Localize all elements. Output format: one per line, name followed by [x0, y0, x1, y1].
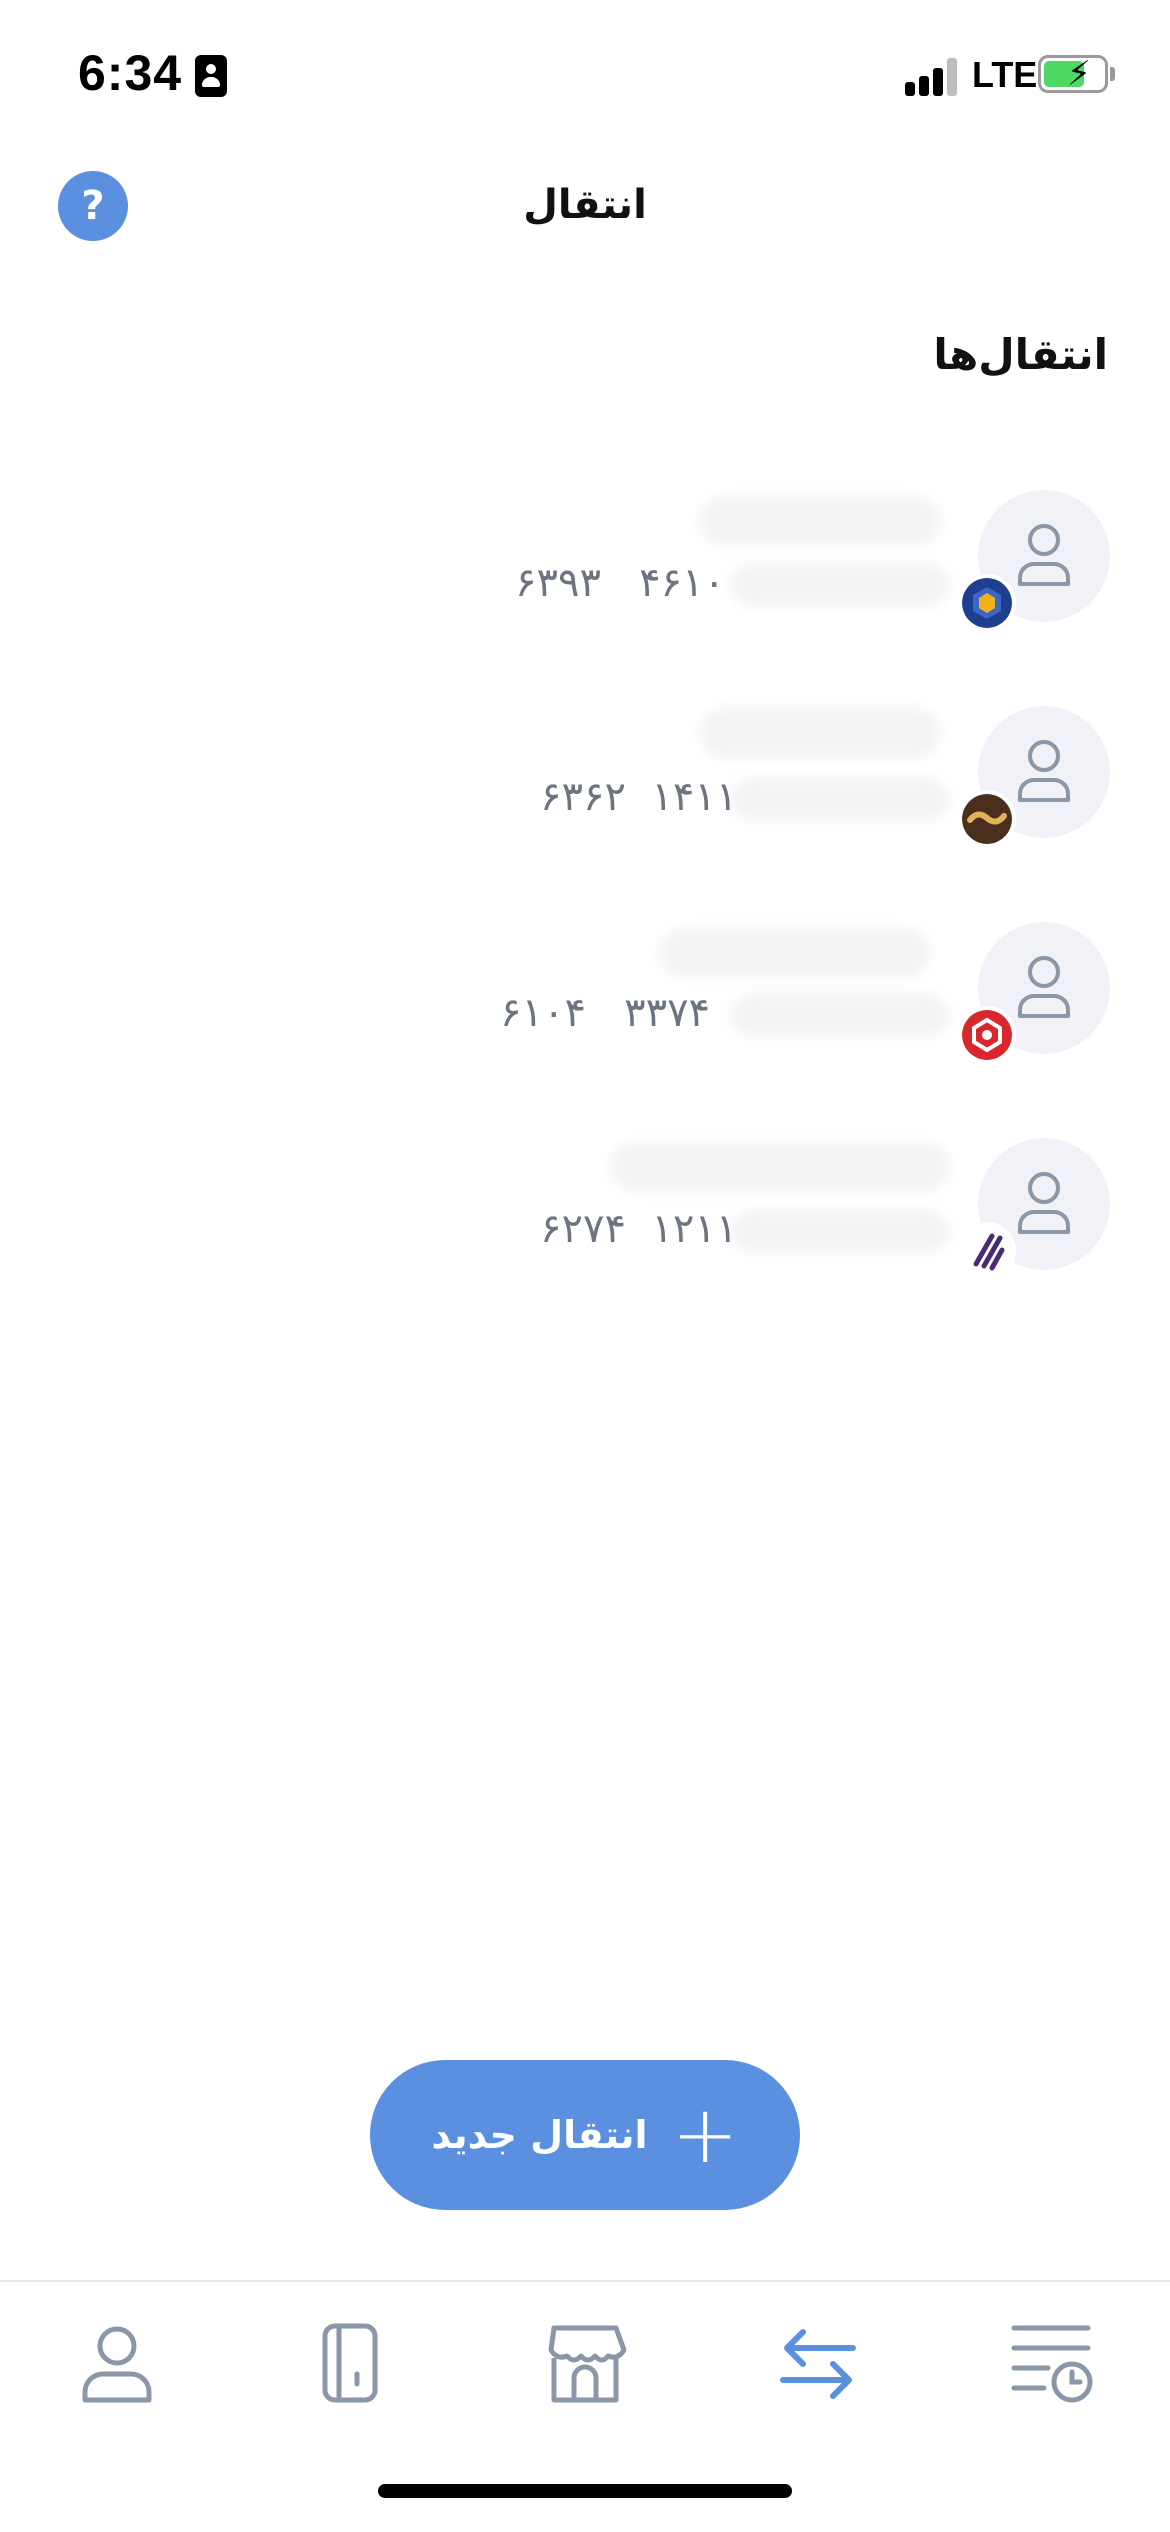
profile-icon	[82, 2326, 152, 2403]
transfer-item[interactable]: ۶۱۰۴ ۳۳۷۴	[0, 922, 1170, 1072]
card-number: ۶۳۹۳ ۴۶۱۰	[515, 560, 726, 606]
section-title: انتقال‌ها	[933, 330, 1108, 379]
nav-store[interactable]	[540, 2318, 630, 2408]
store-icon	[548, 2325, 627, 2403]
card-number-redacted	[730, 564, 950, 606]
nav-profile[interactable]	[72, 2318, 162, 2408]
transfer-item[interactable]: ۶۳۹۳ ۴۶۱۰	[0, 490, 1170, 640]
contact-name-redacted	[700, 496, 940, 546]
bank-logo-icon	[958, 790, 1016, 848]
card-number-redacted	[730, 994, 950, 1036]
card-number-redacted	[730, 1210, 950, 1252]
user-icon	[1018, 524, 1070, 586]
contact-name-redacted	[700, 708, 940, 758]
page-title: انتقال	[523, 182, 647, 228]
plus-icon: +	[671, 2088, 739, 2181]
card-number-redacted	[730, 778, 950, 820]
history-icon	[1011, 2325, 1093, 2403]
status-bar: 6:34 LTE ⚡	[0, 0, 1170, 150]
contact-name-redacted	[610, 1142, 950, 1192]
contact-name-redacted	[660, 928, 930, 978]
card-number: ۶۲۷۴ ۱۲۱۱	[540, 1206, 738, 1252]
nav-transfer[interactable]	[773, 2318, 863, 2408]
new-transfer-button[interactable]: + انتقال جدید	[370, 2060, 800, 2210]
user-icon	[1018, 1172, 1070, 1234]
home-indicator	[378, 2484, 792, 2498]
status-time: 6:34	[78, 45, 183, 101]
nav-history[interactable]	[1008, 2318, 1098, 2408]
transfer-item[interactable]: ۶۳۶۲ ۱۴۱۱	[0, 706, 1170, 856]
user-icon	[1018, 956, 1070, 1018]
nav-cards[interactable]	[305, 2318, 395, 2408]
bank-logo-icon	[958, 1006, 1016, 1064]
user-icon	[1018, 740, 1070, 802]
transfer-icon	[780, 2329, 856, 2399]
bank-logo-icon	[958, 574, 1016, 632]
network-type: LTE	[972, 54, 1038, 95]
new-transfer-label: انتقال جدید	[431, 2113, 648, 2157]
battery-icon: ⚡	[1038, 54, 1108, 94]
card-icon	[322, 2323, 378, 2403]
bank-logo-icon	[958, 1222, 1016, 1280]
transfer-item[interactable]: ۶۲۷۴ ۱۲۱۱	[0, 1138, 1170, 1288]
contact-card-icon	[195, 55, 227, 97]
signal-icon	[905, 58, 961, 96]
battery-tip	[1110, 67, 1115, 81]
card-number: ۶۱۰۴ ۳۳۷۴	[500, 990, 711, 1036]
card-number: ۶۳۶۲ ۱۴۱۱	[540, 774, 738, 820]
